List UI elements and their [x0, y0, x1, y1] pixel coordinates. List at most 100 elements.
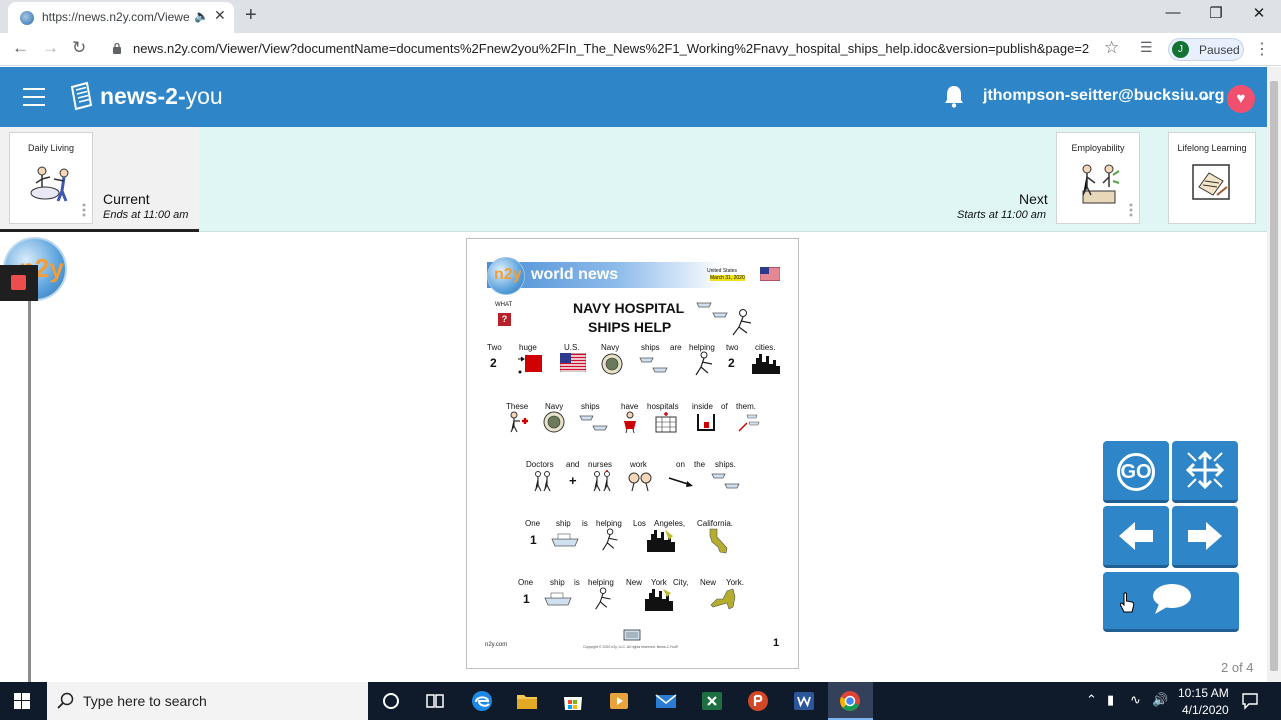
task-view-icon[interactable] [423, 689, 447, 713]
document-page: n2y world news United States March 31, 2… [466, 238, 799, 669]
schedule-card-daily-living[interactable]: Daily Living [9, 132, 93, 224]
helping-icon [595, 587, 611, 610]
profile-status: Paused [1199, 43, 1240, 57]
microsoft-store-icon[interactable] [561, 689, 585, 713]
address-bar-url[interactable]: news.n2y.com/Viewer/View?documentName=do… [133, 41, 1089, 56]
word-ships-2: ships [581, 402, 600, 411]
reading-list-icon[interactable]: ☰ [1140, 39, 1153, 56]
go-button[interactable]: GO [1103, 441, 1169, 503]
app-logo-text: news-2-you [100, 83, 223, 109]
on-arrow-icon [668, 477, 693, 487]
work-icon [628, 472, 652, 492]
ship-helping-icon [696, 302, 752, 336]
file-explorer-icon[interactable] [515, 689, 539, 713]
clock-time[interactable]: 10:15 AM [1178, 686, 1229, 700]
windows-taskbar: Type here to search ⌃ ▮ ∿ 🔊 10:15 AM 4/1… [0, 682, 1281, 720]
stop-square-icon [11, 275, 26, 290]
fullscreen-button[interactable] [1172, 441, 1238, 503]
helping-icon [695, 351, 713, 376]
previous-page-button[interactable] [1103, 506, 1169, 568]
chevron-down-icon[interactable]: ⌄ [1200, 87, 1212, 104]
maximize-icon[interactable]: ❐ [1201, 4, 1231, 22]
browser-tab[interactable]: https://news.n2y.com/Viewer/ 🔈 ✕ [8, 2, 234, 33]
favorites-heart-button[interactable]: ♥ [1227, 85, 1255, 113]
page-indicator: 2 of 4 [1221, 660, 1254, 675]
notification-bell-icon[interactable] [943, 84, 965, 108]
word-the: the [694, 460, 706, 469]
schedule-card-label: Employability [1071, 143, 1125, 153]
scrollbar-thumb[interactable] [1270, 81, 1278, 671]
wifi-icon[interactable]: ∿ [1130, 692, 1141, 708]
helping-icon [602, 528, 618, 551]
browser-toolbar: ← → ↻ news.n2y.com/Viewer/View?documentN… [0, 33, 1281, 66]
media-player-icon[interactable] [607, 689, 631, 713]
excel-icon[interactable] [700, 689, 724, 713]
schedule-card-lifelong-learning[interactable]: Lifelong Learning [1168, 132, 1256, 224]
doc-page-number: 1 [773, 637, 780, 649]
vertical-scrollbar[interactable] [1267, 67, 1281, 682]
huge-red-square-icon [518, 355, 542, 374]
search-placeholder: Type here to search [83, 693, 207, 709]
taskbar-search-box[interactable]: Type here to search [47, 682, 368, 720]
battery-icon[interactable]: ▮ [1107, 692, 1114, 708]
doc-site-footer: n2y.com [485, 642, 508, 648]
california-map-icon [709, 528, 728, 554]
word-york: York [651, 578, 667, 587]
schedule-card-employability[interactable]: Employability [1056, 132, 1140, 224]
record-button[interactable] [0, 265, 38, 301]
word-icon[interactable] [792, 689, 816, 713]
minimize-icon[interactable]: — [1158, 4, 1188, 21]
close-window-icon[interactable]: ✕ [1244, 4, 1274, 22]
word-california: California. [697, 519, 734, 528]
drag-handle-icon[interactable] [1129, 203, 1133, 217]
new-tab-icon[interactable]: + [245, 4, 257, 27]
close-tab-icon[interactable]: ✕ [214, 7, 226, 24]
volume-icon[interactable]: 🔊 [1152, 692, 1168, 708]
action-center-icon[interactable] [1241, 692, 1259, 710]
powerpoint-icon[interactable] [746, 689, 770, 713]
navy-seal-icon [543, 411, 565, 433]
lock-icon [113, 42, 121, 54]
reload-icon[interactable]: ↻ [72, 38, 86, 58]
ships-icon [579, 415, 608, 431]
forward-arrow-icon[interactable]: → [42, 38, 59, 58]
speaker-icon[interactable]: 🔈 [194, 9, 209, 23]
bookmark-star-icon[interactable]: ☆ [1104, 38, 1119, 58]
employability-picture-icon [1082, 164, 1120, 204]
cities-skyline-icon [752, 354, 780, 374]
windows-start-icon[interactable] [14, 693, 30, 709]
drag-handle-icon[interactable] [82, 203, 86, 217]
cortana-icon[interactable] [379, 689, 403, 713]
next-page-button[interactable] [1172, 506, 1238, 568]
go-label: GO [1117, 453, 1155, 491]
nurses-icon [593, 470, 611, 492]
word-inside: inside [692, 402, 713, 411]
read-aloud-button[interactable] [1103, 572, 1239, 632]
edge-browser-icon[interactable] [470, 689, 494, 713]
ships-icon [639, 357, 668, 373]
word-of: of [721, 402, 728, 411]
word-is-2: is [574, 578, 580, 587]
ship-icon [544, 592, 572, 606]
schedule-card-label: Lifelong Learning [1177, 143, 1247, 153]
word-these: These [506, 402, 529, 411]
clock-date[interactable]: 4/1/2020 [1182, 703, 1229, 717]
back-arrow-icon[interactable]: ← [12, 38, 29, 58]
user-email[interactable]: jthompson-seitter@bucksiu.org [983, 87, 1224, 105]
show-hidden-icons-icon[interactable]: ⌃ [1086, 692, 1097, 708]
browser-menu-icon[interactable]: ⋮ [1254, 39, 1270, 59]
search-icon [57, 692, 74, 709]
arrow-right-icon [1188, 522, 1222, 550]
hamburger-menu-icon[interactable] [23, 88, 45, 106]
these-pointing-icon [510, 411, 528, 433]
site-favicon-icon [20, 11, 34, 25]
word-helping-2: helping [596, 519, 622, 528]
word-one: One [525, 519, 541, 528]
left-rail-divider [28, 290, 31, 682]
mail-icon[interactable] [654, 689, 678, 713]
doctors-icon [534, 471, 551, 492]
hand-cursor-icon [1119, 592, 1135, 613]
chrome-taskbar-active[interactable] [828, 682, 873, 720]
arrow-left-icon [1119, 522, 1153, 550]
profile-button[interactable]: J Paused [1168, 38, 1244, 61]
